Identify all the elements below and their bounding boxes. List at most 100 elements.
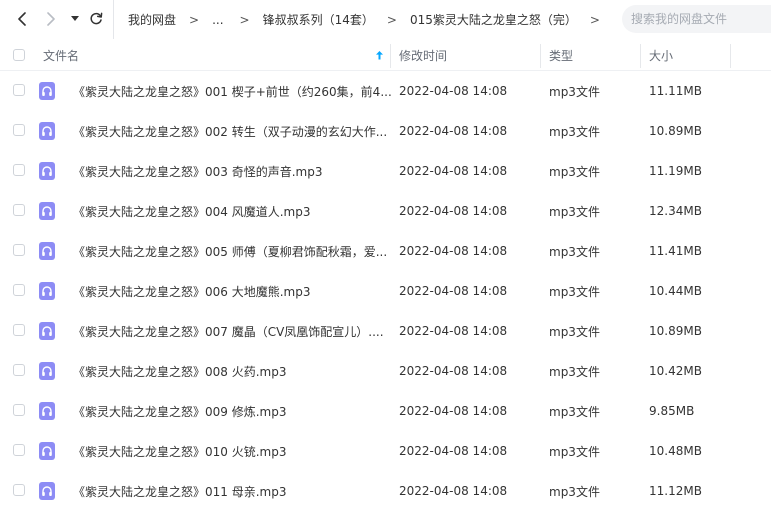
audio-file-icon [39, 282, 55, 300]
breadcrumb: 我的网盘 > ... > 锋叔叔系列（14套） > 015紫灵大陆之龙皇之怒（完… [113, 0, 613, 39]
row-checkbox[interactable] [13, 164, 25, 176]
column-header-type[interactable]: 类型 [549, 40, 573, 70]
audio-file-icon [39, 322, 55, 340]
file-row[interactable]: 《紫灵大陆之龙皇之怒》010 火铳.mp3 2022-04-08 14:08 mp3… [0, 431, 771, 471]
sort-up-arrow-icon[interactable] [375, 50, 384, 60]
file-row[interactable]: 《紫灵大陆之龙皇之怒》001 楔子+前世（约260集，前4... 2022-04-… [0, 71, 771, 111]
file-row[interactable]: 《紫灵大陆之龙皇之怒》002 转生（双子动漫的玄幻大作... 2022-04-08… [0, 111, 771, 151]
audio-file-icon [39, 202, 55, 220]
refresh-icon [90, 12, 103, 25]
file-name[interactable]: 《紫灵大陆之龙皇之怒》006 大地魔熊.mp3 [73, 271, 310, 311]
file-modified-time: 2022-04-08 14:08 [399, 484, 508, 498]
file-name[interactable]: 《紫灵大陆之龙皇之怒》005 师傅（夏柳君饰配秋霜，爱... [73, 231, 387, 271]
file-row[interactable]: 《紫灵大陆之龙皇之怒》004 风魔道人.mp3 2022-04-08 14:08 m… [0, 191, 771, 231]
file-size: 11.11MB [649, 84, 702, 98]
file-type: mp3文件 [549, 164, 600, 179]
file-name[interactable]: 《紫灵大陆之龙皇之怒》003 奇怪的声音.mp3 [73, 151, 322, 191]
file-row[interactable]: 《紫灵大陆之龙皇之怒》009 修炼.mp3 2022-04-08 14:08 mp3… [0, 391, 771, 431]
row-checkbox[interactable] [13, 244, 25, 256]
file-name[interactable]: 《紫灵大陆之龙皇之怒》010 火铳.mp3 [73, 431, 286, 471]
back-button[interactable] [14, 8, 30, 30]
file-type: mp3文件 [549, 124, 600, 139]
file-modified-time: 2022-04-08 14:08 [399, 444, 508, 458]
row-checkbox[interactable] [13, 484, 25, 496]
column-divider[interactable] [540, 44, 541, 68]
column-header-size[interactable]: 大小 [649, 40, 673, 70]
row-checkbox[interactable] [13, 324, 25, 336]
file-type: mp3文件 [549, 484, 600, 499]
breadcrumb-item-series[interactable]: 锋叔叔系列（14套） [263, 11, 374, 28]
row-checkbox[interactable] [13, 284, 25, 296]
file-name[interactable]: 《紫灵大陆之龙皇之怒》009 修炼.mp3 [73, 391, 286, 431]
forward-button[interactable] [43, 8, 59, 30]
file-size: 10.89MB [649, 124, 702, 138]
breadcrumb-separator: > [386, 12, 397, 27]
file-type: mp3文件 [549, 204, 600, 219]
row-checkbox[interactable] [13, 404, 25, 416]
file-size: 10.48MB [649, 444, 702, 458]
file-type: mp3文件 [549, 444, 600, 459]
breadcrumb-item-ellipsis[interactable]: ... [212, 13, 223, 27]
file-type: mp3文件 [549, 84, 600, 99]
audio-file-icon [39, 442, 55, 460]
row-checkbox[interactable] [13, 364, 25, 376]
file-row[interactable]: 《紫灵大陆之龙皇之怒》008 火药.mp3 2022-04-08 14:08 mp3… [0, 351, 771, 391]
file-size: 10.44MB [649, 284, 702, 298]
file-type: mp3文件 [549, 284, 600, 299]
history-dropdown-button[interactable] [69, 8, 81, 30]
file-type: mp3文件 [549, 404, 600, 419]
file-name[interactable]: 《紫灵大陆之龙皇之怒》011 母亲.mp3 [73, 471, 286, 511]
file-name[interactable]: 《紫灵大陆之龙皇之怒》001 楔子+前世（约260集，前4... [73, 71, 392, 111]
file-modified-time: 2022-04-08 14:08 [399, 284, 508, 298]
file-size: 10.89MB [649, 324, 702, 338]
file-size: 11.41MB [649, 244, 702, 258]
file-row[interactable]: 《紫灵大陆之龙皇之怒》011 母亲.mp3 2022-04-08 14:08 mp3… [0, 471, 771, 511]
file-size: 12.34MB [649, 204, 702, 218]
file-row[interactable]: 《紫灵大陆之龙皇之怒》005 师傅（夏柳君饰配秋霜，爱... 2022-04-08… [0, 231, 771, 271]
file-modified-time: 2022-04-08 14:08 [399, 204, 508, 218]
chevron-right-icon [47, 12, 55, 26]
column-header-modified[interactable]: 修改时间 [399, 40, 447, 70]
file-row[interactable]: 《紫灵大陆之龙皇之怒》006 大地魔熊.mp3 2022-04-08 14:08 m… [0, 271, 771, 311]
refresh-button[interactable] [87, 8, 105, 30]
file-name[interactable]: 《紫灵大陆之龙皇之怒》007 魔晶（CV凤凰饰配宣儿）.... [73, 311, 384, 351]
file-modified-time: 2022-04-08 14:08 [399, 364, 508, 378]
row-checkbox[interactable] [13, 124, 25, 136]
audio-file-icon [39, 362, 55, 380]
file-modified-time: 2022-04-08 14:08 [399, 244, 508, 258]
file-name[interactable]: 《紫灵大陆之龙皇之怒》002 转生（双子动漫的玄幻大作... [73, 111, 387, 151]
file-type: mp3文件 [549, 324, 600, 339]
caret-down-icon [71, 16, 79, 21]
breadcrumb-separator: > [189, 12, 200, 27]
audio-file-icon [39, 122, 55, 140]
file-modified-time: 2022-04-08 14:08 [399, 164, 508, 178]
file-size: 9.85MB [649, 404, 695, 418]
breadcrumb-separator: > [589, 12, 600, 27]
file-row[interactable]: 《紫灵大陆之龙皇之怒》007 魔晶（CV凤凰饰配宣儿）.... 2022-04-0… [0, 311, 771, 351]
column-header-name[interactable]: 文件名 [43, 40, 79, 70]
column-divider[interactable] [730, 44, 731, 68]
audio-file-icon [39, 242, 55, 260]
file-size: 11.12MB [649, 484, 702, 498]
audio-file-icon [39, 82, 55, 100]
file-modified-time: 2022-04-08 14:08 [399, 124, 508, 138]
breadcrumb-item-root[interactable]: 我的网盘 [128, 11, 176, 28]
file-name[interactable]: 《紫灵大陆之龙皇之怒》004 风魔道人.mp3 [73, 191, 310, 231]
select-all-checkbox[interactable] [13, 49, 25, 61]
file-name[interactable]: 《紫灵大陆之龙皇之怒》008 火药.mp3 [73, 351, 286, 391]
audio-file-icon [39, 482, 55, 500]
file-row[interactable]: 《紫灵大陆之龙皇之怒》003 奇怪的声音.mp3 2022-04-08 14:08… [0, 151, 771, 191]
file-size: 10.42MB [649, 364, 702, 378]
breadcrumb-item-current-folder[interactable]: 015紫灵大陆之龙皇之怒（完） [410, 11, 577, 28]
column-divider[interactable] [390, 44, 391, 68]
row-checkbox[interactable] [13, 84, 25, 96]
file-type: mp3文件 [549, 364, 600, 379]
row-checkbox[interactable] [13, 204, 25, 216]
breadcrumb-separator: > [239, 12, 250, 27]
row-checkbox[interactable] [13, 444, 25, 456]
file-type: mp3文件 [549, 244, 600, 259]
search-input[interactable] [631, 12, 771, 26]
file-modified-time: 2022-04-08 14:08 [399, 404, 508, 418]
column-divider[interactable] [640, 44, 641, 68]
search-box [622, 5, 771, 33]
